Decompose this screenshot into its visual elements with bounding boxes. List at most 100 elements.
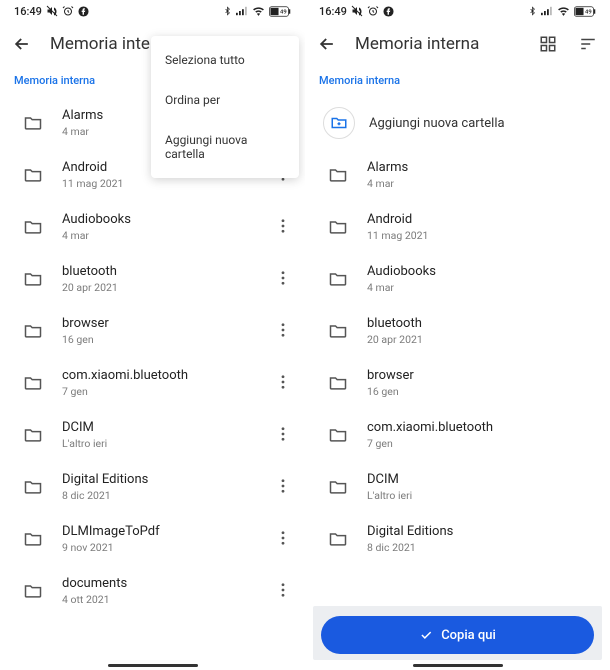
folder-date: 9 nov 2021 <box>62 541 271 554</box>
folder-row[interactable]: com.xiaomi.bluetooth 7 gen <box>305 409 610 461</box>
bluetooth-icon <box>528 5 537 17</box>
folder-name: Android <box>367 212 600 227</box>
folder-name: Audiobooks <box>367 264 600 279</box>
folder-row[interactable]: Audiobooks4 mar <box>0 201 305 253</box>
folder-list: Aggiungi nuova cartella Alarms 4 mar Andro… <box>305 97 610 670</box>
folder-date: 20 apr 2021 <box>367 333 600 346</box>
folder-icon <box>18 425 48 445</box>
folder-name: bluetooth <box>62 264 271 279</box>
folder-date: 4 mar <box>367 281 600 294</box>
signal-icon <box>236 6 248 16</box>
folder-icon <box>323 529 353 549</box>
folder-date: 4 mar <box>367 177 600 190</box>
folder-row[interactable]: browser 16 gen <box>305 357 610 409</box>
folder-date: 20 apr 2021 <box>62 281 271 294</box>
folder-icon <box>323 373 353 393</box>
folder-date: 8 dic 2021 <box>62 489 271 502</box>
folder-row[interactable]: bluetooth 20 apr 2021 <box>0 253 305 305</box>
more-button[interactable] <box>271 374 295 393</box>
folder-icon <box>18 373 48 393</box>
facebook-icon <box>383 6 394 17</box>
folder-list: Alarms4 marAndroid11 mag 2021Audiobooks4… <box>0 97 305 670</box>
bluetooth-icon <box>223 5 232 17</box>
folder-row[interactable]: com.xiaomi.bluetooth 7 gen <box>0 357 305 409</box>
signal-icon <box>541 6 553 16</box>
folder-icon <box>323 165 353 185</box>
sort-button[interactable] <box>576 32 600 56</box>
folder-name: DCIM <box>367 472 600 487</box>
folder-row[interactable]: DCIML'altro ieri <box>0 409 305 461</box>
folder-icon <box>18 529 48 549</box>
folder-name: DLMImageToPdf <box>62 524 271 539</box>
facebook-icon <box>78 6 89 17</box>
folder-icon <box>323 269 353 289</box>
folder-name: com.xiaomi.bluetooth <box>62 368 271 383</box>
more-button[interactable] <box>271 218 295 237</box>
folder-date: 16 gen <box>62 333 271 346</box>
more-button[interactable] <box>271 426 295 445</box>
menu-sort-by[interactable]: Ordina per <box>151 80 299 120</box>
folder-name: Digital Editions <box>367 524 600 539</box>
folder-row[interactable]: Audiobooks 4 mar <box>305 253 610 305</box>
folder-icon <box>18 321 48 341</box>
overflow-menu: Seleziona tutto Ordina per Aggiungi nuov… <box>151 36 299 178</box>
page-title: Memoria interna <box>355 34 520 54</box>
battery-icon: 49 <box>269 6 291 17</box>
folder-row[interactable]: Alarms 4 mar <box>305 149 610 201</box>
more-button[interactable] <box>271 478 295 497</box>
copy-bar: Copia qui <box>313 606 602 660</box>
nav-handle[interactable] <box>108 664 198 667</box>
folder-row[interactable]: DLMImageToPdf 9 nov 2021 <box>0 513 305 565</box>
folder-name: com.xiaomi.bluetooth <box>367 420 600 435</box>
folder-row[interactable]: Digital Editions 8 dic 2021 <box>0 461 305 513</box>
wifi-icon <box>252 6 265 16</box>
back-button[interactable] <box>10 32 34 56</box>
grid-view-button[interactable] <box>536 32 560 56</box>
nav-handle[interactable] <box>413 664 503 667</box>
folder-date: 4 mar <box>62 229 271 242</box>
app-bar: Memoria interna <box>305 22 610 66</box>
alarm-icon <box>62 5 74 17</box>
phone-right: 16:49 49 Memoria interna Memoria interna <box>305 0 610 670</box>
new-folder-label: Aggiungi nuova cartella <box>369 116 600 131</box>
folder-date: 7 gen <box>367 437 600 450</box>
back-button[interactable] <box>315 32 339 56</box>
folder-name: Alarms <box>367 160 600 175</box>
mute-icon <box>351 5 363 17</box>
folder-icon <box>323 425 353 445</box>
menu-new-folder[interactable]: Aggiungi nuova cartella <box>151 120 299 174</box>
more-button[interactable] <box>271 270 295 289</box>
folder-name: Digital Editions <box>62 472 271 487</box>
folder-icon <box>18 581 48 601</box>
folder-icon <box>18 477 48 497</box>
folder-icon <box>18 113 48 133</box>
battery-icon: 49 <box>574 6 596 17</box>
folder-icon <box>18 217 48 237</box>
more-button[interactable] <box>271 582 295 601</box>
folder-date: 7 gen <box>62 385 271 398</box>
new-folder-row[interactable]: Aggiungi nuova cartella <box>305 97 610 149</box>
more-button[interactable] <box>271 322 295 341</box>
folder-name: browser <box>367 368 600 383</box>
folder-name: DCIM <box>62 420 271 435</box>
folder-row[interactable]: browser16 gen <box>0 305 305 357</box>
folder-row[interactable]: documents4 ott 2021 <box>0 565 305 617</box>
svg-text:49: 49 <box>280 9 287 15</box>
phone-left: 16:49 49 Memoria interna Memoria interna… <box>0 0 305 670</box>
more-button[interactable] <box>271 530 295 549</box>
new-folder-icon <box>323 107 355 139</box>
folder-row[interactable]: Digital Editions 8 dic 2021 <box>305 513 610 565</box>
menu-select-all[interactable]: Seleziona tutto <box>151 40 299 80</box>
copy-here-button[interactable]: Copia qui <box>321 616 594 654</box>
folder-icon <box>18 269 48 289</box>
folder-date: 16 gen <box>367 385 600 398</box>
status-time: 16:49 <box>319 5 347 18</box>
breadcrumb[interactable]: Memoria interna <box>305 66 610 97</box>
alarm-icon <box>367 5 379 17</box>
folder-row[interactable]: bluetooth20 apr 2021 <box>305 305 610 357</box>
folder-row[interactable]: Android11 mag 2021 <box>305 201 610 253</box>
folder-icon <box>323 217 353 237</box>
status-time: 16:49 <box>14 5 42 18</box>
folder-row[interactable]: DCIML'altro ieri <box>305 461 610 513</box>
folder-date: 8 dic 2021 <box>367 541 600 554</box>
